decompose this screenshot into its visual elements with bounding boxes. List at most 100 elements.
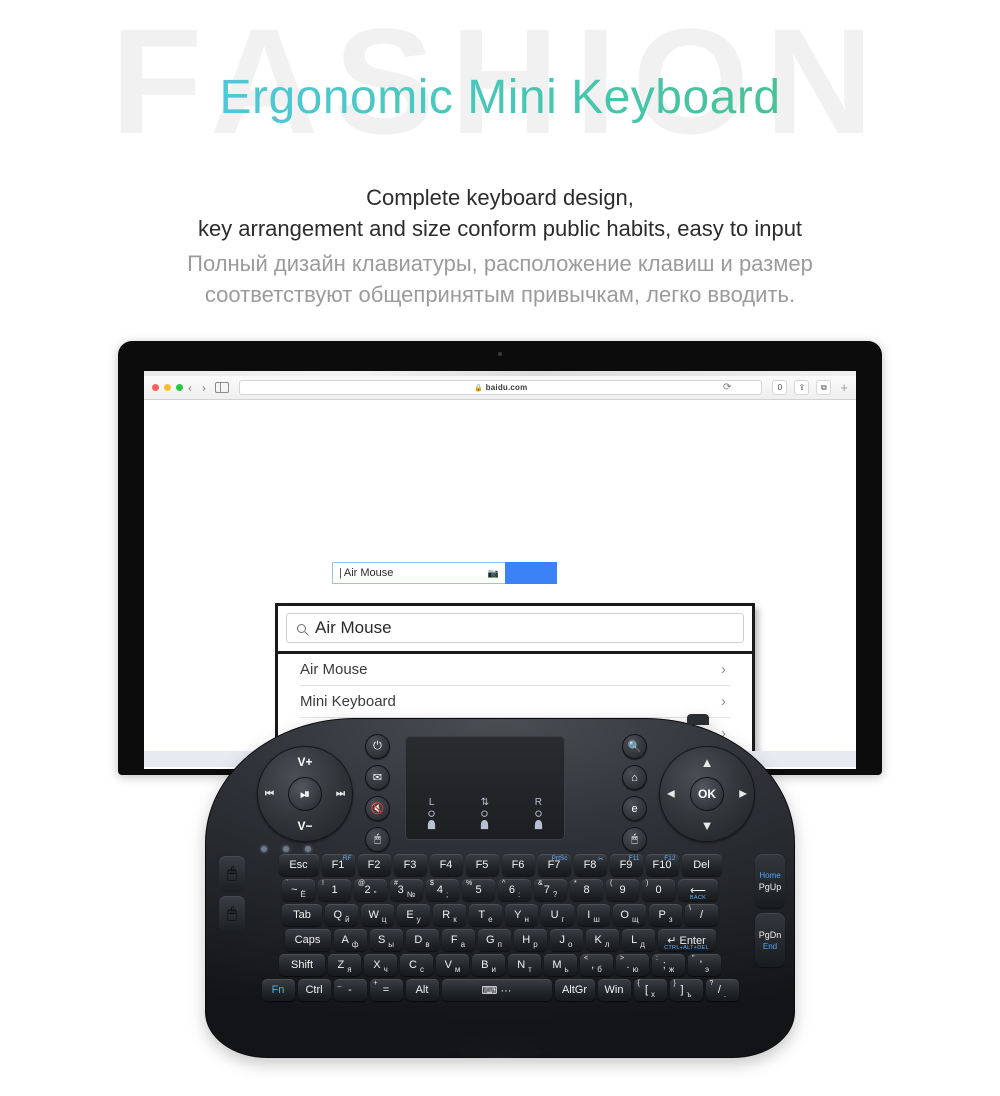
mail-icon[interactable]: ✉ [365,765,390,790]
key-5[interactable]: % 5 [462,879,495,901]
key-l[interactable]: Lд [621,929,655,951]
nav-right-button[interactable]: ▶ [739,789,747,800]
power-icon[interactable]: ⏻ [365,734,390,759]
nav-left-button[interactable]: ◀ [667,789,675,800]
key-u[interactable]: Uг [541,904,574,926]
baidu-search-box[interactable]: | Air Mouse 📷 [332,562,557,584]
key-f9[interactable]: F9 F11 [609,854,643,876]
minimize-window-button[interactable] [164,384,171,391]
key-[interactable]: + = [369,979,403,1001]
touchpad[interactable]: L ⇅ R [405,736,565,840]
key-n[interactable]: Nт [508,954,541,976]
key-[interactable]: :; ж [652,954,685,976]
key-[interactable]: \ / [685,904,718,926]
key-f[interactable]: Fа [441,929,475,951]
ok-button[interactable]: OK [690,777,724,811]
new-tab-button[interactable]: + [840,380,848,395]
key-c[interactable]: Cс [400,954,433,976]
key-[interactable]: _ - [333,979,367,1001]
key-0[interactable]: ) 0 [642,879,675,901]
media-control-pad[interactable]: V+ V− ⏮ ⏭ ⏯ [257,746,353,842]
back-button[interactable]: ‹ [183,381,197,395]
key-[interactable]: ⟵ BACK [678,879,718,901]
maximize-window-button[interactable] [176,384,183,391]
nav-down-button[interactable]: ▼ [659,818,755,833]
key-a[interactable]: Aф [333,929,367,951]
key-y[interactable]: Yн [505,904,538,926]
tabs-icon[interactable]: ⧉ [816,380,832,395]
key-f7[interactable]: F7 PrtSc [537,854,571,876]
volume-down-button[interactable]: V− [257,819,353,833]
key-8[interactable]: * 8 [570,879,603,901]
key-x[interactable]: Xч [364,954,397,976]
close-window-button[interactable] [152,384,159,391]
key-[interactable]: ? /. [705,979,739,1001]
key-alt[interactable]: Alt [405,979,439,1001]
key-[interactable]: }] ъ [669,979,703,1001]
key-t[interactable]: Tе [469,904,502,926]
key-i[interactable]: Iш [577,904,610,926]
key-h[interactable]: Hр [513,929,547,951]
key-caps[interactable]: Caps [284,929,331,951]
key-r[interactable]: Rк [433,904,466,926]
mouse-icon[interactable]: 🖱 [622,827,647,852]
key-[interactable]: >. ю [616,954,649,976]
key-tab[interactable]: Tab [282,904,322,926]
key-7[interactable]: & 7? [534,879,567,901]
key-z[interactable]: Zя [328,954,361,976]
key-f10[interactable]: F10 F12 [645,854,679,876]
key-4[interactable]: $4; [426,879,459,901]
key-[interactable]: " ' э [688,954,721,976]
key-f1[interactable]: F1 RF [321,854,355,876]
key-win[interactable]: Win [597,979,631,1001]
key-m[interactable]: Mь [544,954,577,976]
key-space-icon[interactable]: ⌨ ··· [441,979,552,1001]
share-icon[interactable]: ⇪ [794,380,810,395]
previous-track-button[interactable]: ⏮ [265,789,274,800]
home-icon[interactable]: ⌂ [622,765,647,790]
key-f4[interactable]: F4 [429,854,463,876]
navigation-pad[interactable]: ▲ ▼ ◀ ▶ OK [659,746,755,842]
key-fn[interactable]: Fn [261,979,295,1001]
key-w[interactable]: Wц [361,904,394,926]
search-icon[interactable]: 🔍 [622,734,647,759]
address-bar[interactable]: 🔒 baidu.com ⟳ [239,380,763,395]
next-track-button[interactable]: ⏭ [336,789,345,800]
baidu-search-input[interactable]: | Air Mouse 📷 [332,562,505,584]
key-j[interactable]: Jо [549,929,583,951]
key-[interactable]: <, б [580,954,613,976]
key-q[interactable]: Qй [325,904,358,926]
key-altgr[interactable]: AltGr [554,979,595,1001]
key-f3[interactable]: F3 [393,854,427,876]
key-3[interactable]: #3 № [390,879,423,901]
key-f5[interactable]: F5 [465,854,499,876]
list-item[interactable]: Air Mouse › [300,654,730,686]
play-pause-button[interactable]: ⏯ [288,777,322,811]
baidu-search-button[interactable] [505,562,557,584]
key-enter[interactable]: ↵ Enter CTRL+ALT+DEL [657,929,716,951]
key-f2[interactable]: F2 [357,854,391,876]
sidebar-icon[interactable] [215,382,229,393]
key-f6[interactable]: F6 [501,854,535,876]
key-v[interactable]: Vм [436,954,469,976]
key-del[interactable]: Del [681,854,722,876]
key-s[interactable]: Sы [369,929,403,951]
key-e[interactable]: Eу [397,904,430,926]
downloads-badge[interactable]: 0 [772,380,788,395]
key-2[interactable]: @2 " [354,879,387,901]
key-[interactable]: {[х [633,979,667,1001]
mute-icon[interactable]: 🔇 [365,796,390,821]
key-ctrl[interactable]: Ctrl [297,979,331,1001]
list-item[interactable]: Mini Keyboard › [300,686,730,718]
key-[interactable]: ` ~ Ё [282,879,315,901]
key-p[interactable]: Pз [649,904,682,926]
key-shift[interactable]: Shift [279,954,325,976]
key-b[interactable]: Bи [472,954,505,976]
key-esc[interactable]: Esc [278,854,319,876]
key-o[interactable]: Oщ [613,904,646,926]
key-9[interactable]: (9 [606,879,639,901]
key-d[interactable]: Dв [405,929,439,951]
window-traffic-lights[interactable] [152,384,183,391]
reload-icon[interactable]: ⟳ [723,382,731,393]
key-k[interactable]: Kл [585,929,619,951]
